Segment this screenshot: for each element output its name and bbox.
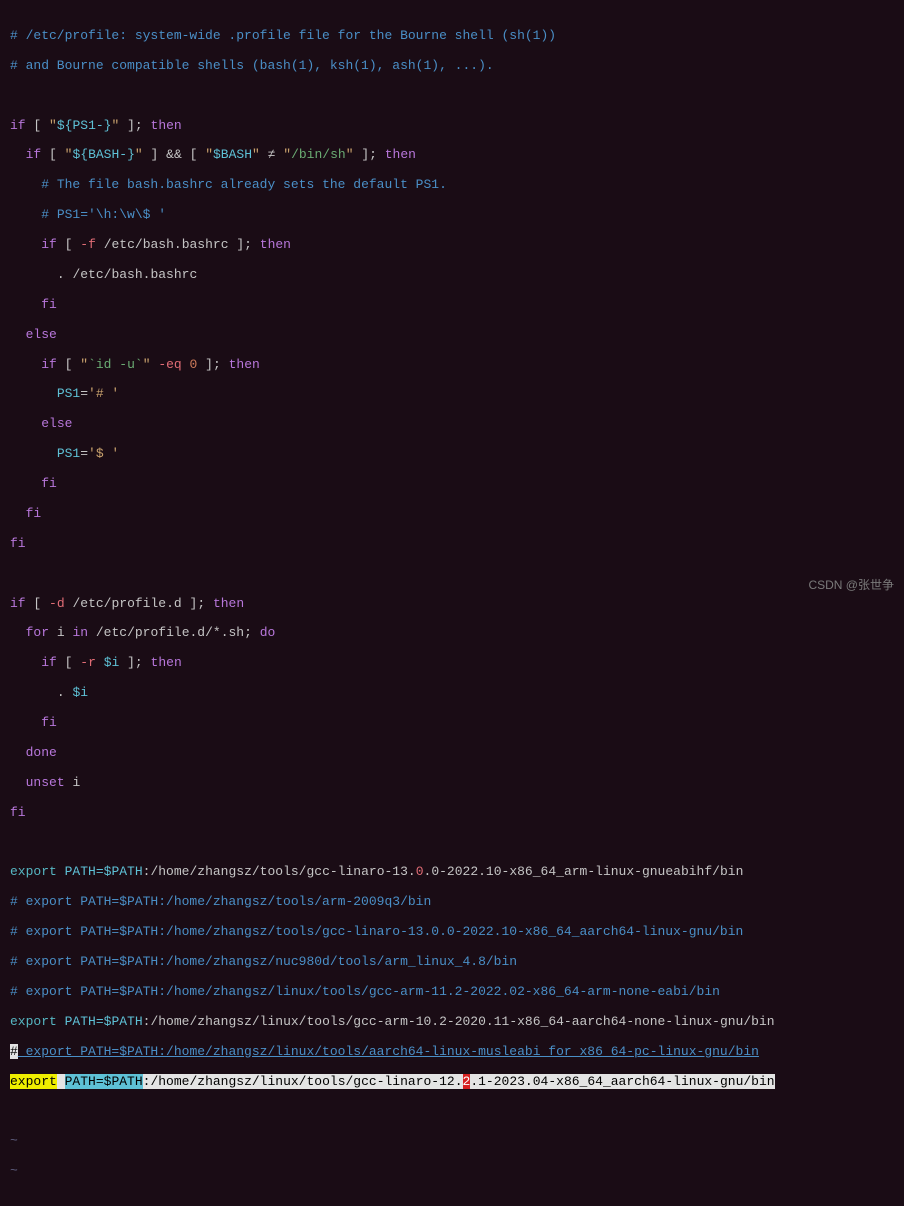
code-line: # export PATH=$PATH:/home/zhangsz/tools/… [10,895,894,910]
code-line: # export PATH=$PATH:/home/zhangsz/linux/… [10,985,894,1000]
code-line: if [ "`id -u`" -eq 0 ]; then [10,358,894,373]
code-line: . /etc/bash.bashrc [10,268,894,283]
code-line: # export PATH=$PATH:/home/zhangsz/tools/… [10,925,894,940]
code-line: export PATH=$PATH:/home/zhangsz/tools/gc… [10,865,894,880]
blank-line [10,567,894,582]
blank-line [10,1104,894,1119]
code-line-selected: export PATH=$PATH:/home/zhangsz/linux/to… [10,1075,894,1090]
code-line: if [ "${BASH-}" ] && [ "$BASH" ≠ "/bin/s… [10,148,894,163]
code-line: fi [10,298,894,313]
code-line: # /etc/profile: system-wide .profile fil… [10,29,894,44]
watermark-text: CSDN @张世争 [808,579,894,593]
tilde-line: ~ [10,1134,894,1149]
code-line: else [10,328,894,343]
code-editor[interactable]: # /etc/profile: system-wide .profile fil… [0,0,904,1206]
code-line: done [10,746,894,761]
code-line: if [ -d /etc/profile.d ]; then [10,597,894,612]
code-line: . $i [10,686,894,701]
code-line: # and Bourne compatible shells (bash(1),… [10,59,894,74]
code-line: export PATH=$PATH:/home/zhangsz/linux/to… [10,1015,894,1030]
code-line: fi [10,806,894,821]
code-line: if [ -f /etc/bash.bashrc ]; then [10,238,894,253]
blank-line [10,836,894,851]
tilde-line: ~ [10,1164,894,1179]
code-line: for i in /etc/profile.d/*.sh; do [10,626,894,641]
code-line: # export PATH=$PATH:/home/zhangsz/nuc980… [10,955,894,970]
code-line: unset i [10,776,894,791]
code-line: PS1='$ ' [10,447,894,462]
code-line: # PS1='\h:\w\$ ' [10,208,894,223]
code-line: fi [10,537,894,552]
code-line: fi [10,716,894,731]
code-line: fi [10,507,894,522]
code-line: fi [10,477,894,492]
code-line: # export PATH=$PATH:/home/zhangsz/linux/… [10,1045,894,1060]
code-line: else [10,417,894,432]
code-line: if [ "${PS1-}" ]; then [10,119,894,134]
code-line: # The file bash.bashrc already sets the … [10,178,894,193]
blank-line [10,89,894,104]
code-line: PS1='# ' [10,387,894,402]
code-line: if [ -r $i ]; then [10,656,894,671]
